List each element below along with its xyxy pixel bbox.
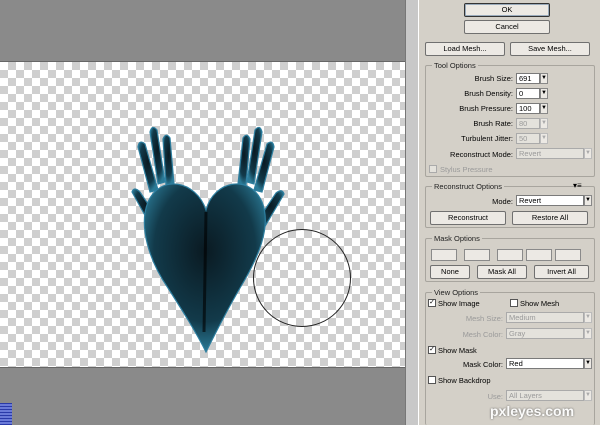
brush-rate-dropdown[interactable]: ▼ [540, 118, 548, 129]
mesh-size-label: Mesh Size: [465, 314, 503, 323]
brush-cursor [253, 229, 351, 327]
restore-all-button[interactable]: Restore All [512, 211, 588, 225]
heart-hands-artwork [131, 126, 285, 354]
mesh-color-select[interactable]: Gray [506, 328, 584, 339]
show-mask-checkbox[interactable]: ✓ [428, 346, 436, 354]
stylus-pressure-label: Stylus Pressure [440, 165, 493, 174]
reconstruct-mode-label: Reconstruct Mode: [450, 150, 513, 159]
panel-menu-icon[interactable]: ▾≡ [573, 181, 582, 190]
show-mesh-checkbox[interactable] [510, 299, 518, 307]
mask-intersect-icon[interactable] [526, 249, 552, 261]
show-image-label: Show Image [438, 299, 480, 308]
reconstruct-mode-field-dropdown[interactable]: ▼ [584, 195, 592, 206]
mesh-size-select[interactable]: Medium [506, 312, 584, 323]
mask-color-select[interactable]: Red [506, 358, 584, 369]
invert-all-button[interactable]: Invert All [534, 265, 589, 279]
mask-options-title: Mask Options [432, 234, 482, 243]
brush-size-dropdown[interactable]: ▼ [540, 73, 548, 84]
brush-density-dropdown[interactable]: ▼ [540, 88, 548, 99]
preview-canvas[interactable] [0, 61, 405, 368]
brush-rate-field[interactable]: 80 [516, 118, 540, 129]
vertical-scrollbar[interactable] [405, 0, 418, 425]
reconstruct-mode-select[interactable]: Revert [516, 148, 584, 159]
use-select[interactable]: All Layers [506, 390, 584, 401]
view-options-title: View Options [432, 288, 481, 297]
reconstruct-options-title: Reconstruct Options [432, 182, 504, 191]
grid-icon [0, 403, 12, 425]
load-mesh-button[interactable]: Load Mesh... [425, 42, 505, 56]
show-backdrop-checkbox[interactable] [428, 376, 436, 384]
liquify-options-panel: OK Cancel Load Mesh... Save Mesh... Tool… [418, 0, 600, 425]
show-backdrop-label: Show Backdrop [438, 376, 491, 385]
ok-button[interactable]: OK [464, 3, 550, 17]
brush-density-label: Brush Density: [464, 89, 513, 98]
workspace [0, 0, 418, 425]
reconstruct-button[interactable]: Reconstruct [430, 211, 506, 225]
show-mask-label: Show Mask [438, 346, 477, 355]
mask-color-label: Mask Color: [462, 360, 503, 369]
mesh-color-dropdown[interactable]: ▼ [584, 328, 592, 339]
show-mesh-label: Show Mesh [520, 299, 560, 308]
save-mesh-button[interactable]: Save Mesh... [510, 42, 590, 56]
use-dropdown[interactable]: ▼ [584, 390, 592, 401]
reconstruct-mode-dropdown[interactable]: ▼ [584, 148, 592, 159]
reconstruct-mode-title-label: Mode: [492, 197, 513, 206]
stylus-pressure-checkbox[interactable] [429, 165, 437, 173]
turbulent-jitter-label: Turbulent Jitter: [461, 134, 513, 143]
mask-all-button[interactable]: Mask All [477, 265, 527, 279]
brush-size-label: Brush Size: [474, 74, 513, 83]
brush-pressure-dropdown[interactable]: ▼ [540, 103, 548, 114]
tool-options-title: Tool Options [432, 61, 478, 70]
brush-rate-label: Brush Rate: [473, 119, 513, 128]
use-label: Use: [487, 392, 503, 401]
brush-pressure-label: Brush Pressure: [459, 104, 513, 113]
mask-replace-icon[interactable] [431, 249, 457, 261]
mask-color-dropdown[interactable]: ▼ [584, 358, 592, 369]
mesh-color-label: Mesh Color: [462, 330, 503, 339]
cancel-button[interactable]: Cancel [464, 20, 550, 34]
brush-density-field[interactable]: 0 [516, 88, 540, 99]
mask-none-button[interactable]: None [430, 265, 470, 279]
brush-pressure-field[interactable]: 100 [516, 103, 540, 114]
mask-subtract-icon[interactable] [497, 249, 523, 261]
turbulent-jitter-field[interactable]: 50 [516, 133, 540, 144]
watermark: pxleyes.com [490, 403, 575, 419]
brush-size-field[interactable]: 691 [516, 73, 540, 84]
mask-invert-icon[interactable] [555, 249, 581, 261]
show-image-checkbox[interactable]: ✓ [428, 299, 436, 307]
mask-add-icon[interactable] [464, 249, 490, 261]
mesh-size-dropdown[interactable]: ▼ [584, 312, 592, 323]
turbulent-jitter-dropdown[interactable]: ▼ [540, 133, 548, 144]
reconstruct-mode-field[interactable]: Revert [516, 195, 584, 206]
